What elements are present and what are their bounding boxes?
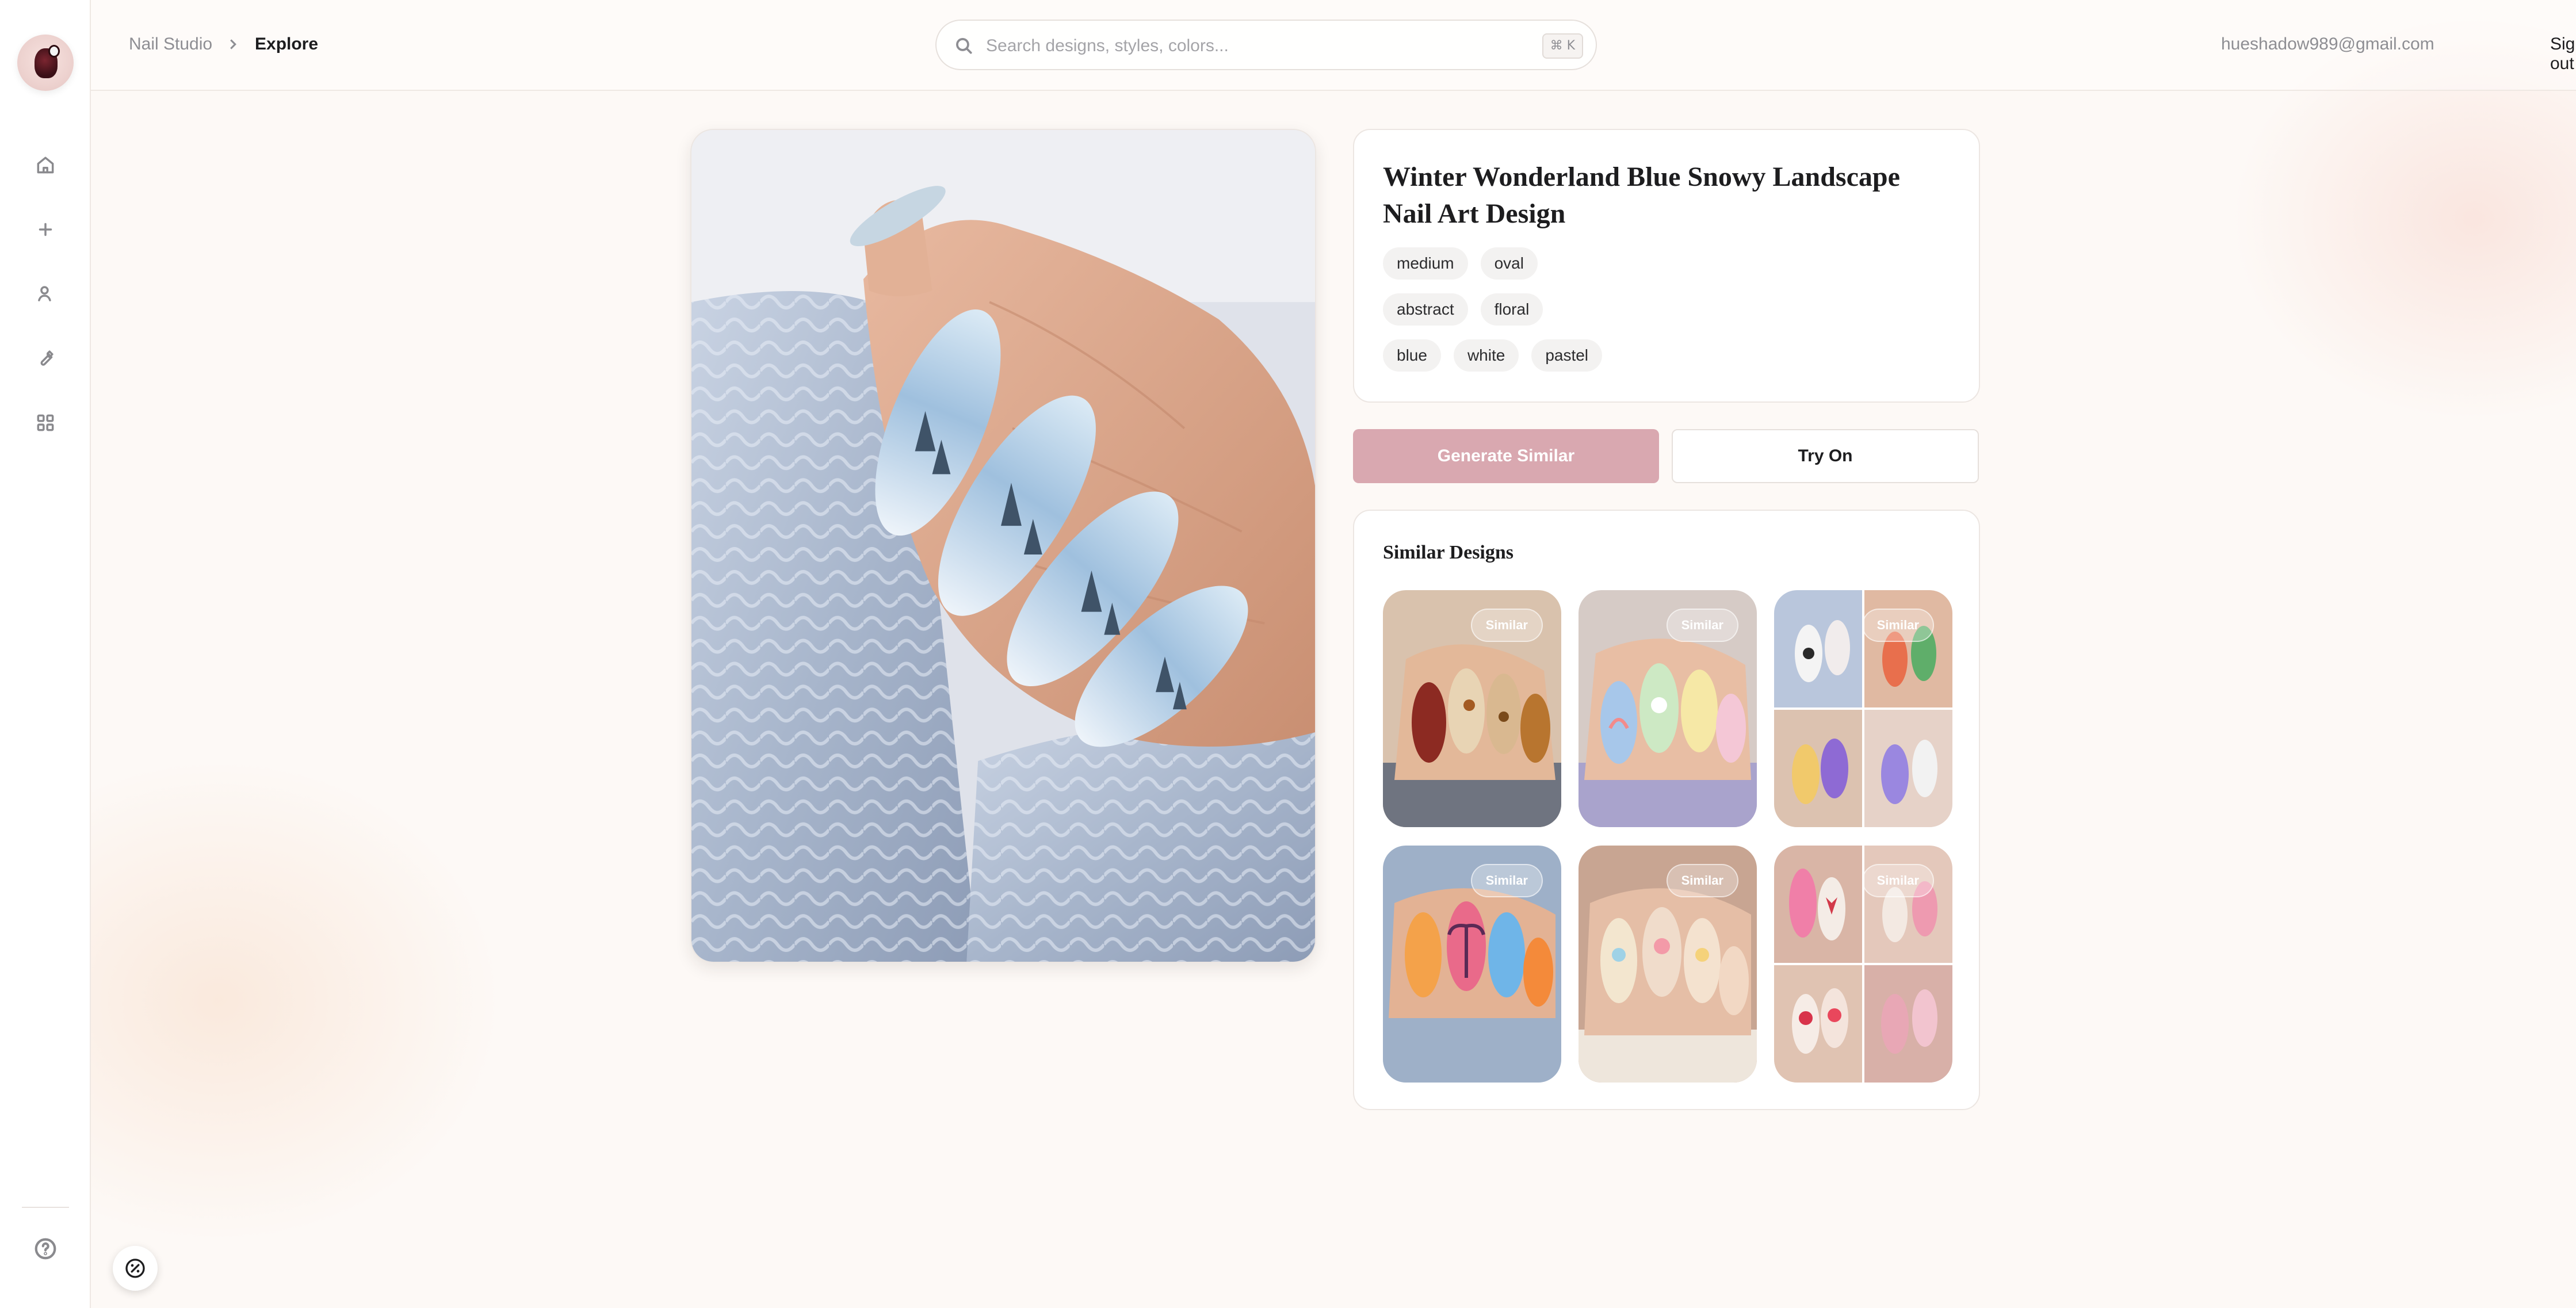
- similar-design-thumb[interactable]: Similar: [1774, 590, 1952, 827]
- tag-row-style: abstract floral: [1383, 293, 1543, 326]
- similar-badge: Similar: [1862, 609, 1934, 642]
- similar-designs-card: Similar Designs Similar Similar Similar …: [1353, 510, 1980, 1110]
- help-icon: [35, 1238, 56, 1260]
- tag-chip[interactable]: blue: [1383, 339, 1441, 372]
- similar-design-thumb[interactable]: Similar: [1579, 590, 1757, 827]
- floating-assistant-button[interactable]: [113, 1246, 158, 1291]
- try-on-button[interactable]: Try On: [1672, 429, 1979, 483]
- similar-badge: Similar: [1470, 609, 1543, 642]
- similar-design-thumb[interactable]: Similar: [1774, 846, 1952, 1083]
- similar-badge: Similar: [1666, 609, 1738, 642]
- sidebar-item-tools[interactable]: [32, 345, 59, 372]
- home-icon: [37, 156, 54, 174]
- tag-chip[interactable]: pastel: [1531, 339, 1603, 372]
- wrench-icon: [40, 350, 53, 366]
- top-bar: Nail Studio Explore ⌘ K hueshadow989@gma…: [91, 0, 2576, 91]
- tag-chip[interactable]: floral: [1480, 293, 1543, 326]
- design-info-card: Winter Wonderland Blue Snowy Landscape N…: [1353, 129, 1980, 403]
- similar-badge: Similar: [1666, 864, 1738, 897]
- tag-chip[interactable]: oval: [1480, 247, 1538, 280]
- search-input[interactable]: [986, 32, 1504, 60]
- sidebar: [0, 0, 91, 1308]
- app-logo[interactable]: [17, 35, 74, 91]
- sign-out-link[interactable]: Sign out: [2550, 35, 2576, 74]
- similar-badge: Similar: [1862, 864, 1934, 897]
- tag-chip[interactable]: abstract: [1383, 293, 1468, 326]
- similar-designs-title: Similar Designs: [1383, 542, 1514, 563]
- grid-icon: [37, 414, 54, 431]
- design-main-image: [690, 129, 1316, 963]
- breadcrumb-root[interactable]: Nail Studio: [129, 35, 212, 54]
- similar-design-thumb[interactable]: Similar: [1579, 846, 1757, 1083]
- design-title: Winter Wonderland Blue Snowy Landscape N…: [1383, 162, 1900, 229]
- search-shortcut-badge: ⌘ K: [1542, 33, 1583, 59]
- tag-chip[interactable]: medium: [1383, 247, 1468, 280]
- plus-icon: [39, 223, 52, 236]
- tag-row-colors: blue white pastel: [1383, 339, 1603, 372]
- similar-design-thumb[interactable]: Similar: [1383, 846, 1561, 1083]
- tag-row-length-shape: medium oval: [1383, 247, 1538, 280]
- similar-badge: Similar: [1470, 864, 1543, 897]
- search-bar[interactable]: ⌘ K: [935, 20, 1597, 70]
- generate-similar-button[interactable]: Generate Similar: [1353, 429, 1659, 483]
- sidebar-item-gallery[interactable]: [32, 410, 59, 436]
- tag-chip[interactable]: white: [1453, 339, 1519, 372]
- sidebar-item-create[interactable]: [32, 216, 59, 243]
- sidebar-divider: [22, 1207, 69, 1208]
- sidebar-item-home[interactable]: [32, 152, 59, 178]
- logo-mark-icon: [35, 45, 60, 78]
- user-icon: [38, 286, 51, 301]
- search-icon: [953, 35, 974, 56]
- similar-design-thumb[interactable]: Similar: [1383, 590, 1561, 827]
- chevron-right-icon: [224, 36, 242, 53]
- breadcrumb-current: Explore: [255, 35, 319, 53]
- user-email: hueshadow989@gmail.com: [2221, 35, 2434, 53]
- help-button[interactable]: [32, 1236, 59, 1262]
- percent-badge-icon: [125, 1259, 145, 1278]
- sidebar-item-profile[interactable]: [32, 281, 59, 307]
